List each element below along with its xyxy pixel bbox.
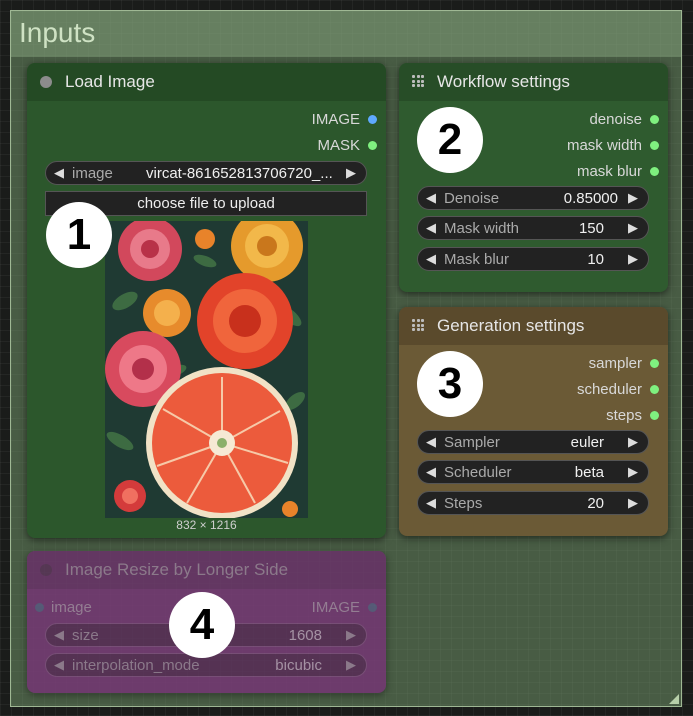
node-title: Image Resize by Longer Side xyxy=(65,560,289,579)
output-label-mask: MASK xyxy=(317,137,360,154)
denoise-widget[interactable]: ◀ Denoise 0.85000 ▶ xyxy=(417,186,649,210)
arrow-right-icon[interactable]: ▶ xyxy=(628,464,638,480)
arrow-left-icon[interactable]: ◀ xyxy=(426,434,436,450)
output-socket-image[interactable] xyxy=(368,115,377,124)
arrow-right-icon[interactable]: ▶ xyxy=(628,434,638,450)
widget-value: beta xyxy=(574,464,604,481)
output-socket-mask[interactable] xyxy=(368,141,377,150)
output-socket-steps[interactable] xyxy=(650,411,659,420)
image-combo-widget[interactable]: ◀ image vircat-861652813706720_... ▶ xyxy=(45,161,367,185)
output-socket-mask-width[interactable] xyxy=(650,141,659,150)
callout-1: 1 xyxy=(46,202,112,268)
output-socket-image[interactable] xyxy=(368,603,377,612)
widget-value: 150 xyxy=(578,220,604,237)
node-collapse-dot-icon[interactable] xyxy=(40,76,52,88)
output-socket-mask-blur[interactable] xyxy=(650,167,659,176)
input-label-image: image xyxy=(51,599,92,616)
output-label-denoise: denoise xyxy=(589,111,642,128)
widget-label: size xyxy=(72,627,99,644)
drag-grip-icon[interactable] xyxy=(412,75,424,87)
arrow-right-icon[interactable]: ▶ xyxy=(628,220,638,236)
output-label-sampler: sampler xyxy=(588,355,642,372)
widget-label: Steps xyxy=(444,495,483,512)
arrow-right-icon[interactable]: ▶ xyxy=(346,627,356,643)
workflow-settings-node[interactable]: Workflow settings denoise mask width mas… xyxy=(399,63,668,292)
arrow-left-icon[interactable]: ◀ xyxy=(54,627,64,643)
widget-value: 1608 xyxy=(288,627,322,644)
callout-2: 2 xyxy=(417,107,483,173)
arrow-left-icon[interactable]: ◀ xyxy=(54,657,64,673)
workflow-settings-header[interactable]: Workflow settings xyxy=(399,63,668,101)
node-title: Workflow settings xyxy=(437,72,570,91)
scheduler-widget[interactable]: ◀ Scheduler beta ▶ xyxy=(417,460,649,484)
output-socket-scheduler[interactable] xyxy=(650,385,659,394)
widget-label: Denoise xyxy=(444,190,500,207)
widget-value: 20 xyxy=(587,495,604,512)
load-image-node[interactable]: Load Image IMAGE MASK ◀ image vircat-861… xyxy=(27,63,386,538)
widget-label: interpolation_mode xyxy=(72,657,200,674)
group-resize-handle[interactable] xyxy=(669,694,679,704)
arrow-left-icon[interactable]: ◀ xyxy=(426,190,436,206)
generation-settings-header[interactable]: Generation settings xyxy=(399,307,668,345)
arrow-right-icon[interactable]: ▶ xyxy=(628,251,638,267)
steps-widget[interactable]: ◀ Steps 20 ▶ xyxy=(417,491,649,515)
widget-label: Mask blur xyxy=(444,251,510,268)
output-label-steps: steps xyxy=(606,407,642,424)
image-resize-header[interactable]: Image Resize by Longer Side xyxy=(27,551,386,589)
widget-value: euler xyxy=(570,434,604,451)
node-title: Generation settings xyxy=(437,316,585,335)
sampler-widget[interactable]: ◀ Sampler euler ▶ xyxy=(417,430,649,454)
input-socket-image[interactable] xyxy=(35,603,44,612)
callout-4: 4 xyxy=(169,592,235,658)
widget-label: image xyxy=(72,165,113,182)
widget-value: 10 xyxy=(587,251,604,268)
output-label-scheduler: scheduler xyxy=(576,381,642,398)
arrow-left-icon[interactable]: ◀ xyxy=(54,165,64,181)
mask-width-widget[interactable]: ◀ Mask width 150 ▶ xyxy=(417,216,649,240)
output-label-mask-width: mask width xyxy=(566,137,642,154)
image-preview xyxy=(105,221,308,518)
arrow-left-icon[interactable]: ◀ xyxy=(426,251,436,267)
drag-grip-icon[interactable] xyxy=(412,319,424,331)
widget-label: Sampler xyxy=(444,434,500,451)
output-label-image: IMAGE xyxy=(311,111,360,128)
output-label-image: IMAGE xyxy=(311,599,360,616)
arrow-right-icon[interactable]: ▶ xyxy=(346,657,356,673)
output-label-mask-blur: mask blur xyxy=(576,163,642,180)
arrow-left-icon[interactable]: ◀ xyxy=(426,495,436,511)
flower-embroidery-image xyxy=(105,221,308,518)
node-title: Load Image xyxy=(65,72,155,91)
widget-label: Scheduler xyxy=(444,464,512,481)
callout-3: 3 xyxy=(417,351,483,417)
arrow-right-icon[interactable]: ▶ xyxy=(346,165,356,181)
output-socket-denoise[interactable] xyxy=(650,115,659,124)
mask-blur-widget[interactable]: ◀ Mask blur 10 ▶ xyxy=(417,247,649,271)
image-dimensions: 832 × 1216 xyxy=(176,518,237,532)
arrow-left-icon[interactable]: ◀ xyxy=(426,464,436,480)
arrow-right-icon[interactable]: ▶ xyxy=(628,190,638,206)
widget-value: 0.85000 xyxy=(563,190,618,207)
output-socket-sampler[interactable] xyxy=(650,359,659,368)
node-collapse-dot-icon[interactable] xyxy=(40,564,52,576)
upload-button-label: choose file to upload xyxy=(137,195,275,212)
group-header[interactable]: Inputs xyxy=(11,11,681,57)
widget-label: Mask width xyxy=(444,220,520,237)
arrow-right-icon[interactable]: ▶ xyxy=(628,495,638,511)
arrow-left-icon[interactable]: ◀ xyxy=(426,220,436,236)
load-image-header[interactable]: Load Image xyxy=(27,63,386,101)
widget-value: bicubic xyxy=(275,657,322,674)
generation-settings-node[interactable]: Generation settings sampler scheduler st… xyxy=(399,307,668,536)
group-title: Inputs xyxy=(19,17,96,48)
widget-value: vircat-861652813706720_... xyxy=(146,165,333,182)
